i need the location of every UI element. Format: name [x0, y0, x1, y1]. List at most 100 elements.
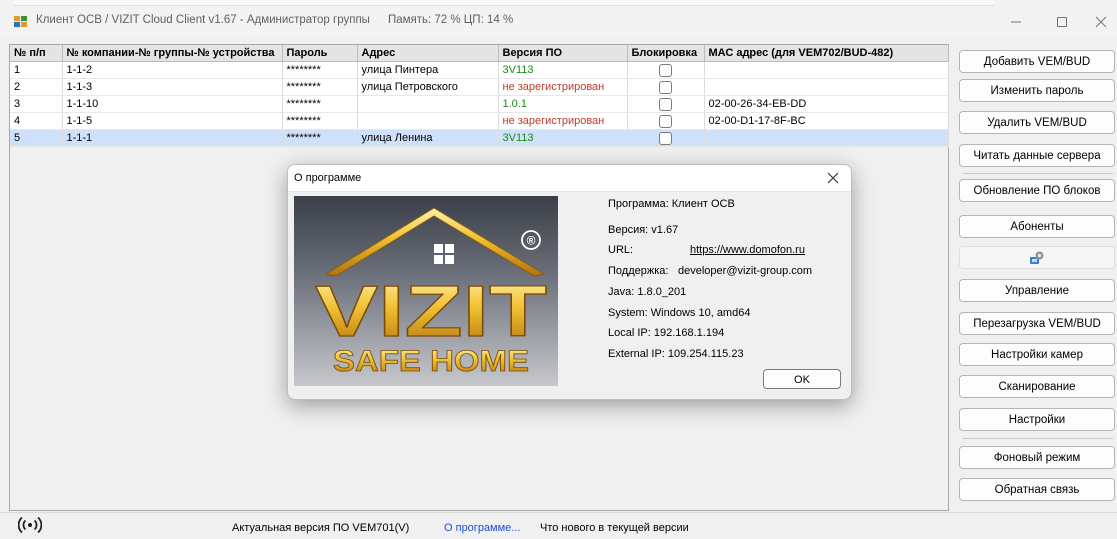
read-server-data-button[interactable]: Читать данные сервера — [959, 144, 1115, 167]
maximize-button[interactable] — [1039, 8, 1085, 36]
logo-text-top: VIZIT — [315, 272, 547, 352]
column-header-mac[interactable]: МАС адрес (для VEM702/BUD-482) — [704, 45, 949, 62]
cell-id: 1-1-1 — [62, 129, 283, 147]
cell-block — [627, 78, 705, 96]
cell-password: ******** — [282, 78, 358, 96]
close-icon — [1095, 16, 1107, 28]
ok-button[interactable]: OK — [763, 369, 841, 389]
cell-block — [627, 61, 705, 79]
settings-button[interactable]: Настройки — [959, 408, 1115, 431]
table-row[interactable]: 2 1-1-3 ******** улица Петровского не за… — [10, 78, 949, 96]
external-ip: External IP: 109.254.115.23 — [608, 348, 744, 360]
column-header-password[interactable]: Пароль — [282, 45, 358, 62]
java-version: Java: 1.8.0_201 — [608, 286, 687, 298]
cell-num: 5 — [10, 129, 63, 147]
memory-usage: Память: 72 % — [387, 14, 461, 26]
cell-block — [627, 129, 705, 147]
cell-version: не зарегистрирован — [498, 78, 628, 96]
window-title-text: Клиент ОСВ / VIZIT Cloud Client v1.67 - … — [36, 14, 370, 26]
support-label: Поддержка: — [608, 265, 669, 277]
delete-device-button[interactable]: Удалить VEM/BUD — [959, 111, 1115, 134]
actual-version-link[interactable]: Актуальная версия ПО VEM701(V) — [232, 522, 409, 534]
table-row[interactable]: 1 1-1-2 ******** улица Пинтера 3V113 — [10, 61, 949, 79]
firmware-update-button[interactable]: Обновление ПО блоков — [959, 179, 1115, 202]
local-ip: Local IP: 192.168.1.194 — [608, 327, 725, 339]
about-link[interactable]: О программе... — [444, 522, 520, 534]
block-checkbox[interactable] — [659, 80, 672, 94]
table-header: № п/п № компании-№ группы-№ устройства П… — [10, 45, 949, 62]
column-header-version[interactable]: Версия ПО — [498, 45, 628, 62]
cell-id: 1-1-5 — [62, 112, 283, 130]
add-device-button[interactable]: Добавить VEM/BUD — [959, 50, 1115, 73]
block-checkbox[interactable] — [659, 97, 672, 111]
dialog-close-icon[interactable] — [827, 172, 839, 184]
dialog-title-bar: О программе — [288, 165, 851, 192]
url-link[interactable]: https://www.domofon.ru — [690, 244, 805, 256]
feedback-button[interactable]: Обратная связь — [959, 478, 1115, 501]
cpu-usage: ЦП: 14 % — [463, 14, 514, 26]
cell-version: 1.0.1 — [498, 95, 628, 113]
app-icon — [14, 16, 28, 28]
dialog-title: О программе — [294, 172, 362, 184]
cell-mac — [704, 61, 949, 79]
cell-password: ******** — [282, 61, 358, 79]
cell-id: 1-1-10 — [62, 95, 283, 113]
separator — [963, 173, 1113, 174]
background-mode-button[interactable]: Фоновый режим — [959, 446, 1115, 469]
column-header-num[interactable]: № п/п — [10, 45, 63, 62]
title-bar: Клиент ОСВ / VIZIT Cloud Client v1.67 - … — [0, 0, 1117, 36]
cell-address: улица Пинтера — [357, 61, 499, 79]
column-header-block[interactable]: Блокировка — [627, 45, 705, 62]
cell-address: улица Петровского — [357, 78, 499, 96]
cell-version: не зарегистрирован — [498, 112, 628, 130]
cell-num: 3 — [10, 95, 63, 113]
cell-password: ******** — [282, 112, 358, 130]
signal-icon — [18, 516, 42, 534]
change-password-button[interactable]: Изменить пароль — [959, 79, 1115, 102]
cell-num: 4 — [10, 112, 63, 130]
maximize-icon — [1057, 17, 1067, 27]
cell-mac: 02-00-D1-17-8F-BC — [704, 112, 949, 130]
window-title: Клиент ОСВ / VIZIT Cloud Client v1.67 - … — [36, 14, 513, 26]
control-button[interactable]: Управление — [959, 279, 1115, 302]
column-header-address[interactable]: Адрес — [357, 45, 499, 62]
about-dialog: О программе ® VIZIT SAFE HOME Программа:… — [287, 164, 852, 400]
url-label: URL: — [608, 244, 634, 256]
separator — [963, 438, 1113, 439]
program-name: Программа: Клиент ОСВ — [608, 198, 735, 210]
block-checkbox[interactable] — [659, 63, 672, 77]
cell-password: ******** — [282, 95, 358, 113]
table-row[interactable]: 4 1-1-5 ******** не зарегистрирован 02-0… — [10, 112, 949, 130]
cell-version: 3V113 — [498, 61, 628, 79]
registered-mark: ® — [527, 234, 536, 248]
status-bar: Актуальная версия ПО VEM701(V) О програм… — [0, 512, 1117, 539]
cell-mac — [704, 78, 949, 96]
scanning-button[interactable]: Сканирование — [959, 375, 1115, 398]
cell-num: 1 — [10, 61, 63, 79]
table-row-selected[interactable]: 5 1-1-1 ******** улица Ленина 3V113 — [10, 129, 949, 147]
support-email: developer@vizit-group.com — [678, 265, 813, 277]
cell-address — [357, 112, 499, 130]
cell-address — [357, 95, 499, 113]
cell-mac: 02-00-26-34-EB-DD — [704, 95, 949, 113]
logo-text-bottom: SAFE HOME — [333, 345, 529, 378]
minimize-icon — [1011, 21, 1021, 23]
device-table: № п/п № компании-№ группы-№ устройства П… — [10, 45, 949, 147]
network-settings-button[interactable] — [959, 246, 1115, 269]
cell-block — [627, 112, 705, 130]
system-info: System: Windows 10, amd64 — [608, 307, 751, 319]
program-version: Версия: v1.67 — [608, 224, 679, 236]
minimize-button[interactable] — [993, 8, 1039, 36]
reboot-device-button[interactable]: Перезагрузка VEM/BUD — [959, 312, 1115, 335]
table-row[interactable]: 3 1-1-10 ******** 1.0.1 02-00-26-34-EB-D… — [10, 95, 949, 113]
block-checkbox[interactable] — [659, 114, 672, 128]
whats-new-link[interactable]: Что нового в текущей версии — [540, 522, 689, 534]
subscribers-button[interactable]: Абоненты — [959, 215, 1115, 238]
network-settings-icon — [1030, 251, 1044, 264]
camera-settings-button[interactable]: Настройки камер — [959, 343, 1115, 366]
cell-id: 1-1-3 — [62, 78, 283, 96]
close-button[interactable] — [1085, 8, 1117, 36]
vizit-safe-home-logo: ® VIZIT SAFE HOME — [314, 207, 548, 378]
block-checkbox[interactable] — [659, 131, 672, 145]
column-header-id[interactable]: № компании-№ группы-№ устройства — [62, 45, 283, 62]
